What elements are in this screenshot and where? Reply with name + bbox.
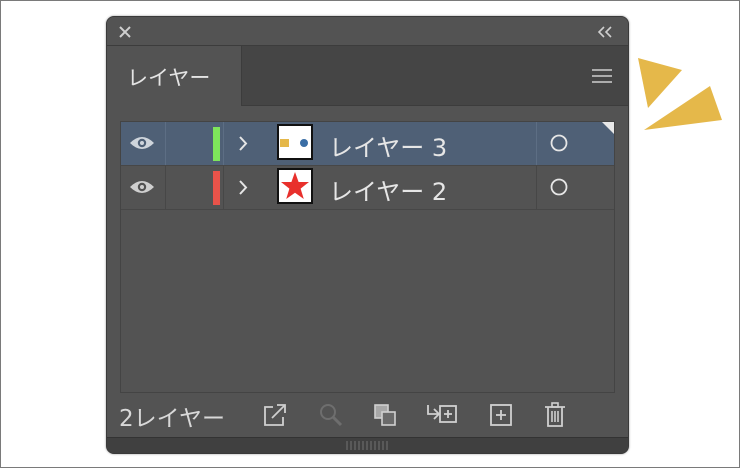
layer-name[interactable]: レイヤー 3 xyxy=(329,128,447,163)
emphasis-burst-icon xyxy=(638,58,722,130)
layer-row-2[interactable]: レイヤー 2 xyxy=(121,166,614,210)
chevron-right-icon[interactable] xyxy=(237,135,249,152)
locate-object-icon[interactable] xyxy=(317,401,345,429)
target-circle-icon[interactable] xyxy=(549,133,569,153)
eye-icon[interactable] xyxy=(129,134,155,152)
new-layer-icon[interactable] xyxy=(487,401,515,429)
chevron-right-icon[interactable] xyxy=(237,179,249,196)
panel-tabbar: レイヤー xyxy=(107,45,628,106)
layer-row-3[interactable]: レイヤー 3 xyxy=(121,122,614,166)
target-circle-icon[interactable] xyxy=(549,177,569,197)
selection-corner-indicator xyxy=(602,122,614,134)
layer-thumbnail xyxy=(277,168,313,204)
layers-panel: レイヤー レイヤー 3 レイヤー 2 2レイヤー xyxy=(106,16,629,454)
resize-grip[interactable] xyxy=(107,437,628,453)
double-chevron-left-icon[interactable] xyxy=(596,25,614,39)
close-icon[interactable] xyxy=(117,24,133,40)
grip-lines-icon xyxy=(346,441,388,450)
tab-layers[interactable]: レイヤー xyxy=(107,46,242,106)
layer-color-indicator xyxy=(213,127,220,161)
hamburger-menu-icon[interactable] xyxy=(591,68,613,84)
layer-color-indicator xyxy=(213,171,220,205)
layers-list: レイヤー 3 レイヤー 2 xyxy=(120,121,615,393)
panel-footer: 2レイヤー xyxy=(107,397,628,437)
trash-icon[interactable] xyxy=(541,401,569,429)
layer-thumbnail xyxy=(277,124,313,160)
new-sublayer-icon[interactable] xyxy=(425,401,459,429)
export-icon[interactable] xyxy=(261,401,289,429)
panel-titlebar xyxy=(107,17,628,45)
tab-layers-label: レイヤー xyxy=(127,66,211,90)
clipping-mask-icon[interactable] xyxy=(371,401,399,429)
eye-icon[interactable] xyxy=(129,178,155,196)
layer-name[interactable]: レイヤー 2 xyxy=(329,172,447,207)
layer-count-label: 2レイヤー xyxy=(119,406,225,432)
